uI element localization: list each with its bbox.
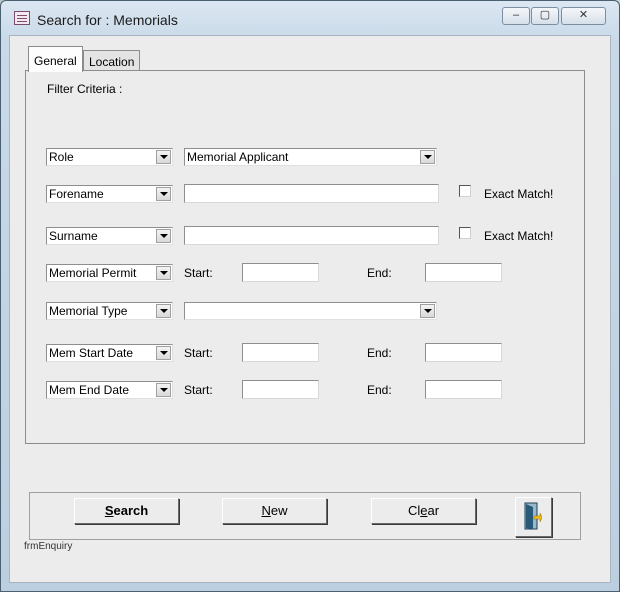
tab-panel-general: Filter Criteria : Role Memorial Applican… <box>25 70 585 444</box>
tab-general[interactable]: General <box>28 46 83 72</box>
search-window: Search for : Memorials – ▢ ✕ General Loc… <box>0 0 620 592</box>
forename-exact-match-checkbox[interactable] <box>459 185 471 197</box>
role-value: Memorial Applicant <box>187 150 289 164</box>
memorial-permit-end-label: End: <box>367 266 392 280</box>
memorial-type-field-select[interactable]: Memorial Type <box>46 302 173 320</box>
exit-button[interactable] <box>515 497 552 537</box>
surname-field-select[interactable]: Surname <box>46 227 173 245</box>
clear-button-label-prefix: Cl <box>407 503 421 518</box>
form-client-area: General Location Filter Criteria : Role … <box>9 35 611 583</box>
clear-button[interactable]: Clear <box>371 498 476 524</box>
chevron-down-icon[interactable] <box>156 150 171 164</box>
chevron-down-icon[interactable] <box>156 266 171 280</box>
filter-criteria-label: Filter Criteria : <box>47 82 123 96</box>
mem-start-date-field-value: Mem Start Date <box>49 346 134 360</box>
new-button-label: ew <box>270 503 288 518</box>
mem-start-date-start-input[interactable] <box>242 343 319 362</box>
form-icon <box>14 11 30 25</box>
memorial-permit-end-input[interactable] <box>425 263 502 282</box>
chevron-down-icon[interactable] <box>420 150 435 164</box>
search-button[interactable]: Search <box>74 498 179 524</box>
memorial-permit-start-label: Start: <box>184 266 213 280</box>
memorial-type-field-value: Memorial Type <box>49 304 128 318</box>
memorial-permit-field-value: Memorial Permit <box>49 266 137 280</box>
new-accelerator-key: N <box>261 503 271 518</box>
search-button-label: earch <box>113 503 149 518</box>
mem-end-date-end-input[interactable] <box>425 380 502 399</box>
mem-end-date-field-value: Mem End Date <box>49 383 130 397</box>
chevron-down-icon[interactable] <box>156 383 171 397</box>
chevron-down-icon[interactable] <box>156 304 171 318</box>
close-button[interactable]: ✕ <box>561 7 606 25</box>
role-field-value: Role <box>49 150 74 164</box>
chevron-down-icon[interactable] <box>420 304 435 318</box>
chevron-down-icon[interactable] <box>156 229 171 243</box>
new-button[interactable]: New <box>222 498 327 524</box>
mem-start-date-end-label: End: <box>367 346 392 360</box>
mem-start-date-field-select[interactable]: Mem Start Date <box>46 344 173 362</box>
surname-exact-match-label: Exact Match! <box>484 229 554 243</box>
mem-start-date-end-input[interactable] <box>425 343 502 362</box>
chevron-down-icon[interactable] <box>156 346 171 360</box>
minimize-button[interactable]: – <box>502 7 530 25</box>
mem-end-date-field-select[interactable]: Mem End Date <box>46 381 173 399</box>
mem-end-date-end-label: End: <box>367 383 392 397</box>
memorial-permit-field-select[interactable]: Memorial Permit <box>46 264 173 282</box>
exit-door-icon <box>524 502 542 530</box>
surname-exact-match-checkbox[interactable] <box>459 227 471 239</box>
forename-exact-match-label: Exact Match! <box>484 187 554 201</box>
surname-input[interactable] <box>184 226 439 245</box>
clear-button-label: ar <box>427 503 440 518</box>
forename-field-select[interactable]: Forename <box>46 185 173 203</box>
forename-input[interactable] <box>184 184 439 203</box>
role-value-select[interactable]: Memorial Applicant <box>184 148 437 166</box>
chevron-down-icon[interactable] <box>156 187 171 201</box>
title-bar[interactable]: Search for : Memorials – ▢ ✕ <box>1 1 619 35</box>
mem-end-date-start-label: Start: <box>184 383 213 397</box>
role-field-select[interactable]: Role <box>46 148 173 166</box>
maximize-button[interactable]: ▢ <box>531 7 559 25</box>
mem-start-date-start-label: Start: <box>184 346 213 360</box>
tab-location[interactable]: Location <box>83 50 141 72</box>
surname-field-value: Surname <box>49 229 98 243</box>
forename-field-value: Forename <box>49 187 104 201</box>
memorial-type-value-select[interactable] <box>184 302 437 320</box>
form-name-label: frmEnquiry <box>24 541 73 552</box>
memorial-permit-start-input[interactable] <box>242 263 319 282</box>
window-title: Search for : Memorials <box>37 12 178 28</box>
mem-end-date-start-input[interactable] <box>242 380 319 399</box>
